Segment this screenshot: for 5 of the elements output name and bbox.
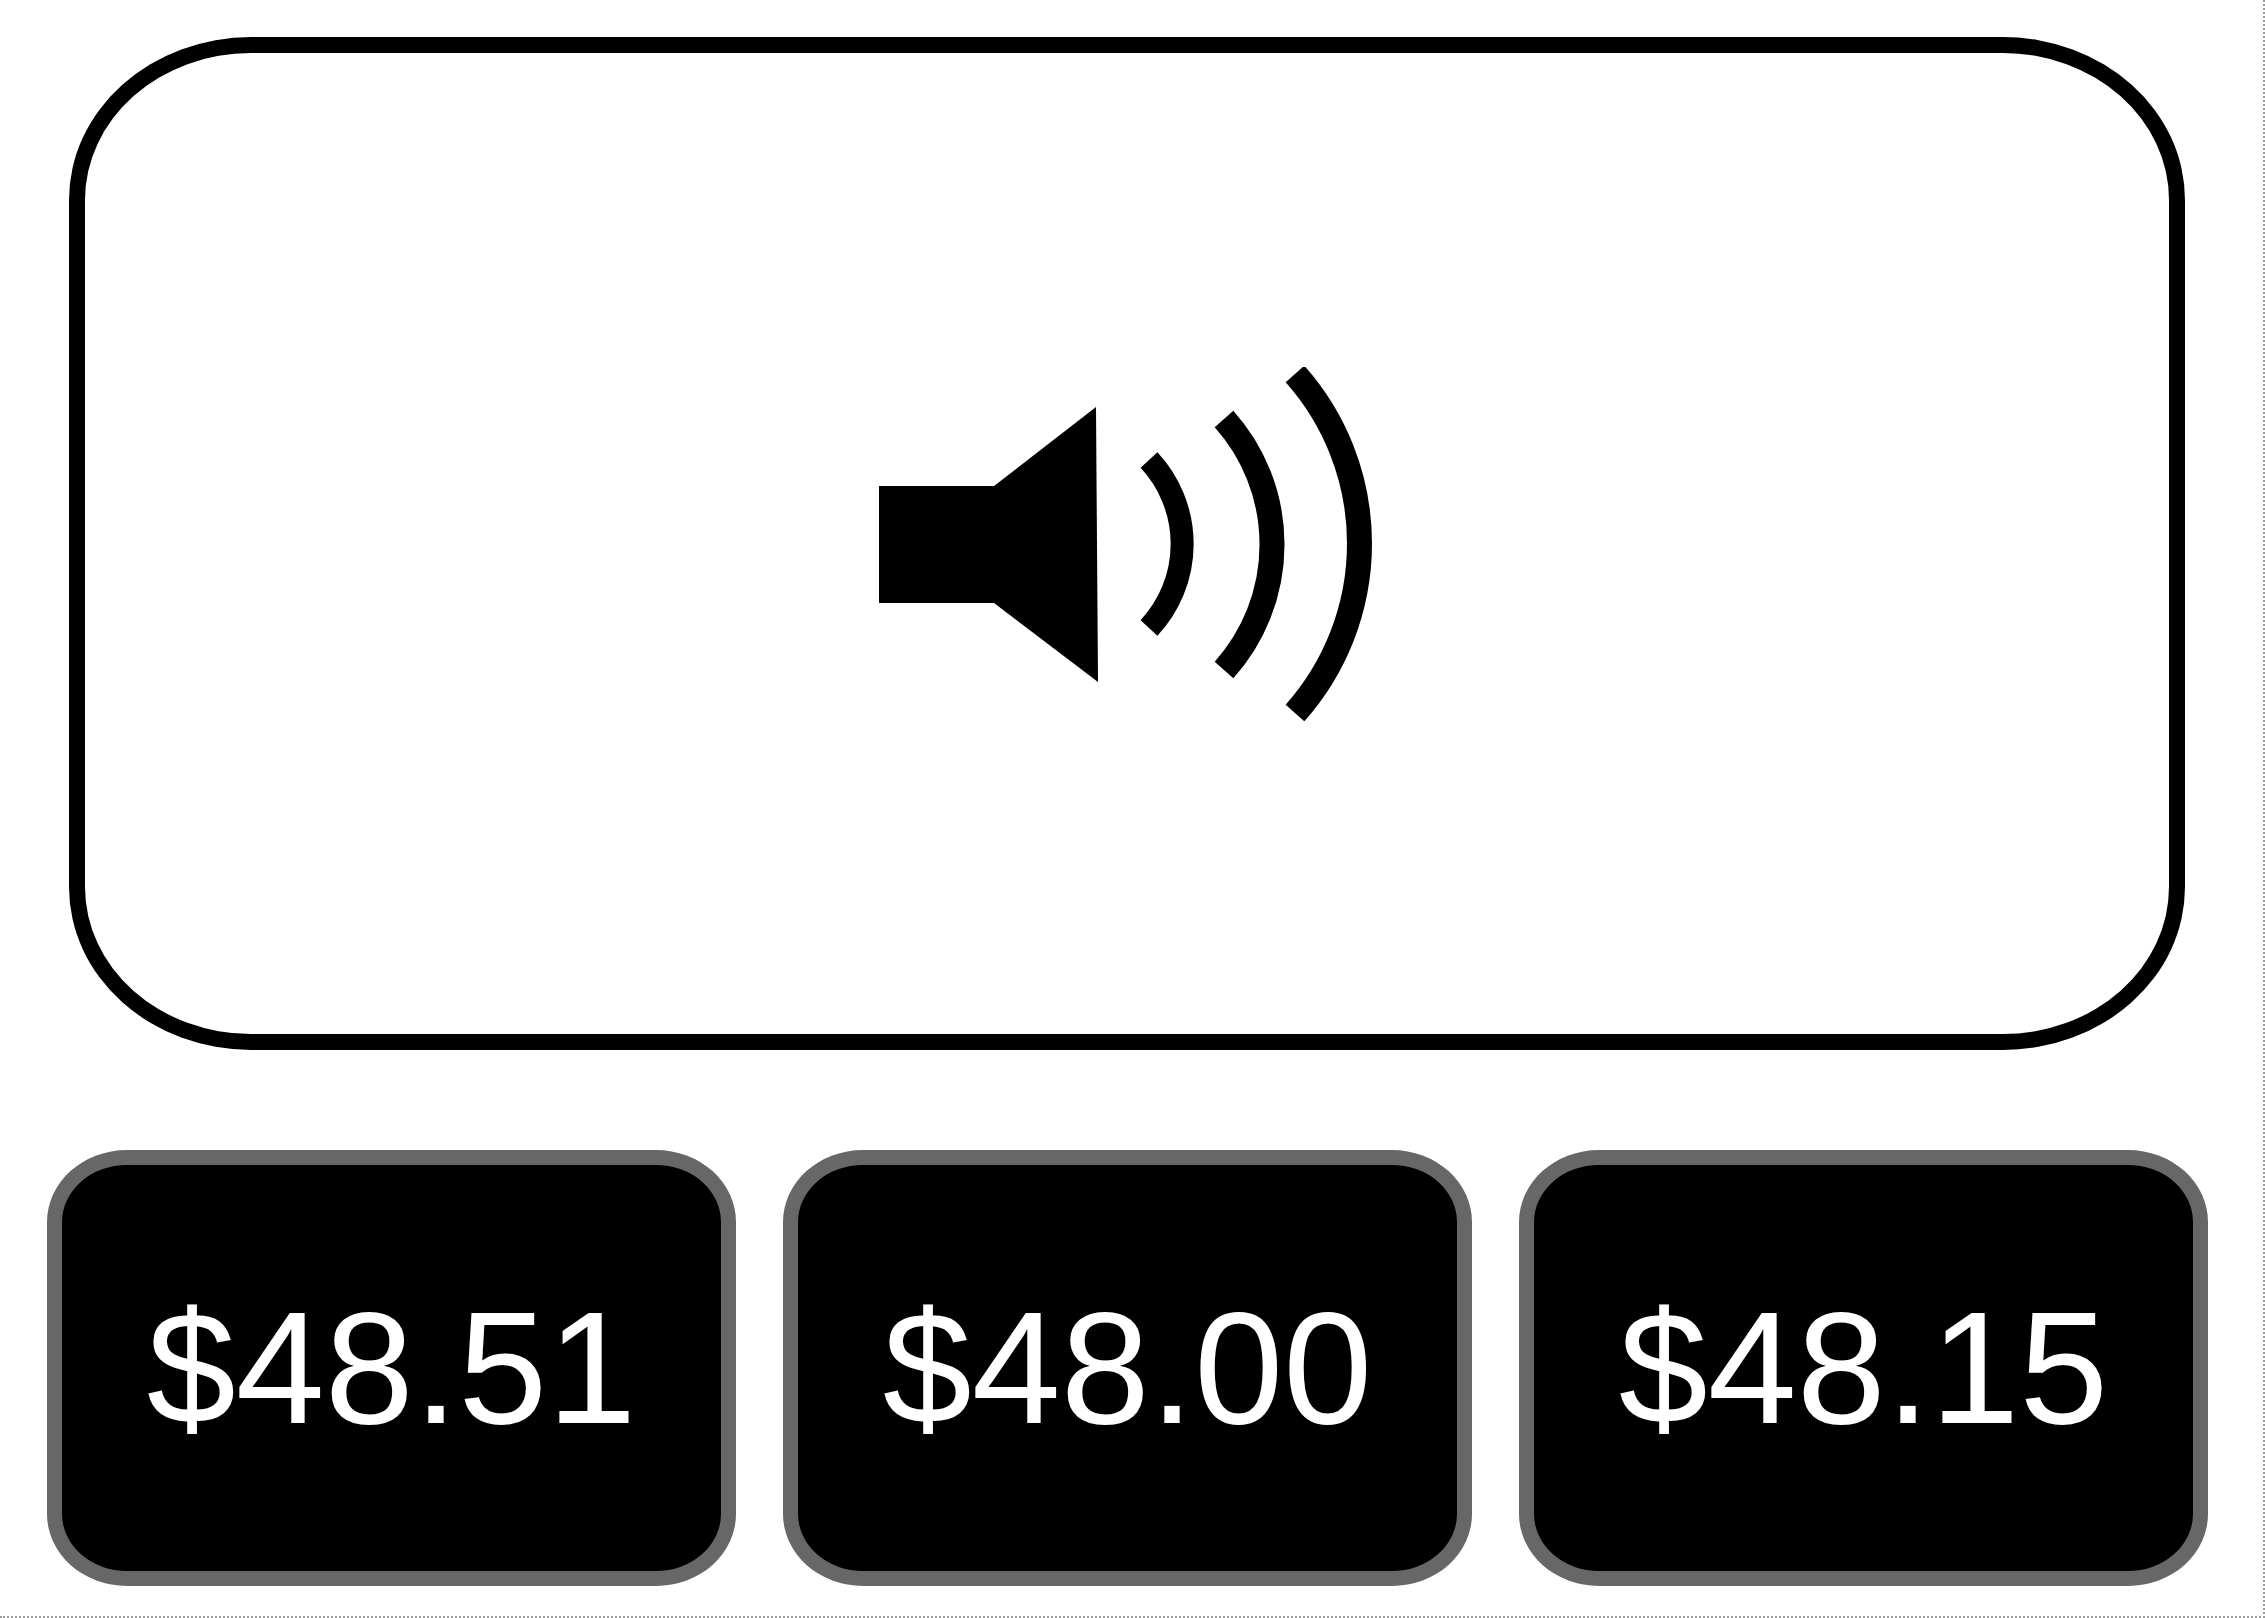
speaker-button[interactable]: [69, 37, 2185, 1050]
speaker-icon: [879, 366, 1375, 721]
price-button[interactable]: $48.15: [1519, 1150, 2208, 1586]
price-button[interactable]: $48.51: [47, 1150, 736, 1586]
price-button[interactable]: $48.00: [783, 1150, 1472, 1586]
